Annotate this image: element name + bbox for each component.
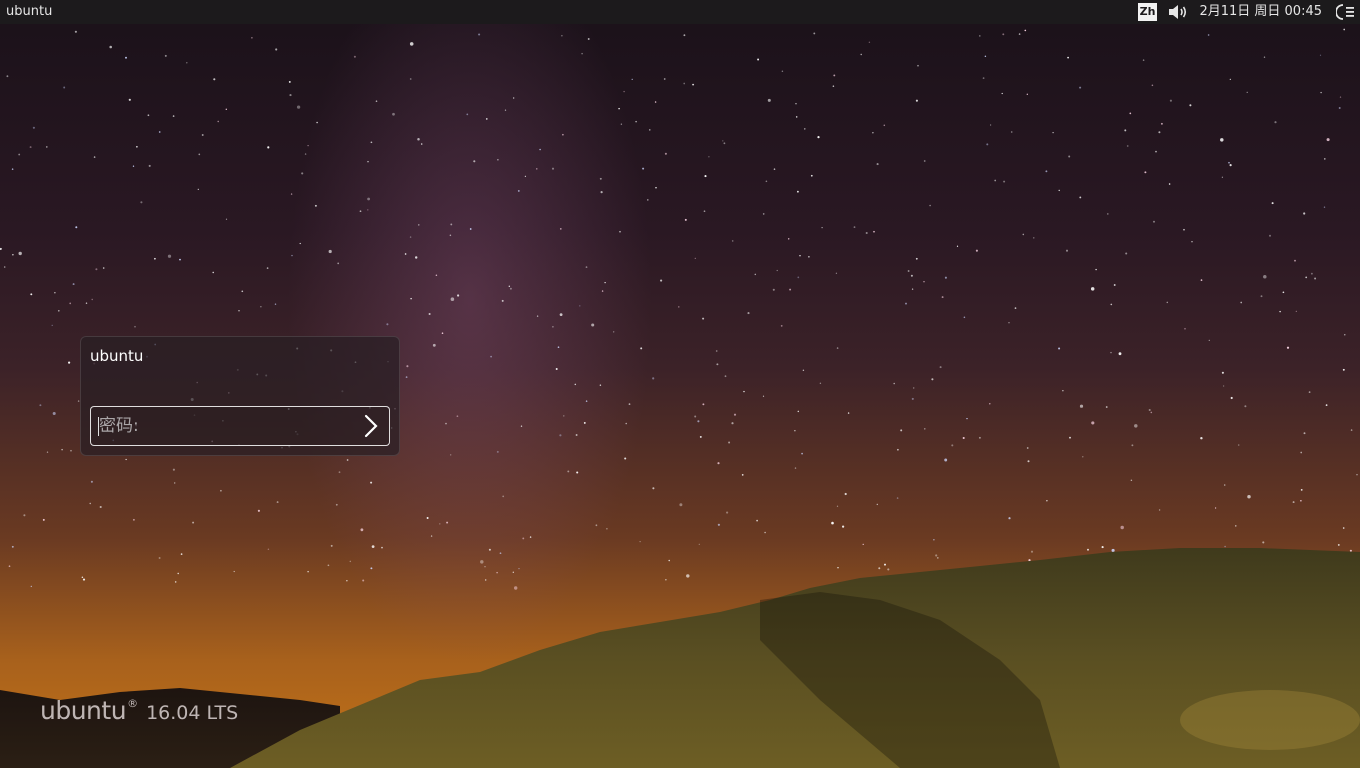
- version-label: 16.04 LTS: [146, 702, 239, 724]
- username-label[interactable]: ubuntu: [90, 347, 143, 365]
- password-field-container: [90, 406, 390, 446]
- top-panel: ubuntu Zh 2月11日 周日 00:45: [0, 0, 1360, 24]
- registered-mark: ®: [127, 697, 139, 710]
- lock-screen: ubuntu Zh 2月11日 周日 00:45 ubuntu ubuntu ®…: [0, 0, 1360, 768]
- password-input[interactable]: [91, 407, 351, 445]
- session-menu-icon[interactable]: [1336, 3, 1356, 21]
- text-caret: [98, 417, 99, 436]
- indicator-area: Zh 2月11日 周日 00:45: [1137, 0, 1360, 24]
- ubuntu-logo-text: ubuntu: [40, 696, 127, 725]
- clock[interactable]: 2月11日 周日 00:45: [1199, 0, 1322, 24]
- keyboard-layout-indicator[interactable]: Zh: [1137, 3, 1158, 21]
- speaker-volume-icon[interactable]: [1167, 4, 1189, 20]
- hostname-label: ubuntu: [6, 4, 53, 19]
- ubuntu-branding: ubuntu ® 16.04 LTS: [40, 696, 238, 725]
- login-dialog: ubuntu: [80, 336, 400, 456]
- chevron-right-icon[interactable]: [355, 411, 385, 441]
